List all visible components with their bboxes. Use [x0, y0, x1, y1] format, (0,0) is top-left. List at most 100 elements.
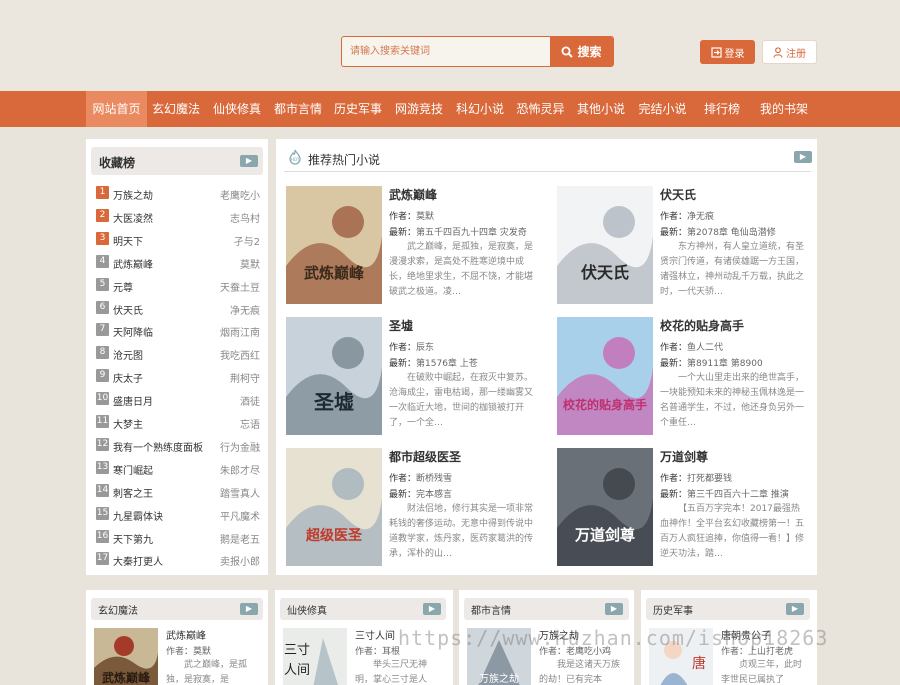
rank-item[interactable]: 10 盛唐日月 酒徒 — [94, 389, 262, 409]
nav-item-kehuan[interactable]: 科幻小说 — [450, 91, 510, 127]
rank-book-title[interactable]: 武炼巅峰 — [113, 256, 153, 271]
rank-item[interactable]: 17 大秦打更人 卖报小郎 — [94, 549, 262, 569]
rank-book-title[interactable]: 天下第九 — [113, 531, 153, 546]
book-latest-chapter[interactable]: 最新：第1576章 上苍 — [389, 356, 478, 369]
rank-book-title[interactable]: 天阿降临 — [113, 324, 153, 339]
rank-number: 1 — [96, 186, 109, 199]
book-latest-chapter[interactable]: 最新：完本感言 — [389, 487, 452, 500]
rank-item[interactable]: 16 天下第九 鹅是老五 — [94, 527, 262, 547]
rank-book-author: 踏雪真人 — [220, 488, 260, 500]
nav-item-home[interactable]: 网站首页 — [86, 91, 147, 127]
rank-item[interactable]: 5 元尊 天蚕土豆 — [94, 275, 262, 295]
recommend-more-button[interactable]: ▶ — [794, 151, 812, 163]
author-label: 作者： — [660, 343, 688, 353]
book-cover[interactable]: 伏天氏 — [557, 186, 653, 304]
rank-book-title[interactable]: 大秦打更人 — [113, 553, 163, 568]
rank-book-author: 行为金融 — [220, 442, 260, 454]
book-title[interactable]: 万道剑尊 — [660, 448, 708, 465]
book-latest-chapter[interactable]: 最新：第8911章 第8900 — [660, 356, 763, 369]
rank-book-title[interactable]: 刺客之王 — [113, 485, 153, 500]
category-more-button[interactable]: ▶ — [786, 603, 804, 615]
book-card: 万道剑尊 万道剑尊 作者：打死都要钱 最新：第三千四百六十二章 推演 【五百万字完本！2… — [557, 448, 819, 566]
rank-item[interactable]: 7 天阿降临 烟雨江南 — [94, 320, 262, 340]
book-cover[interactable]: 圣墟 — [286, 317, 382, 435]
rank-book-title[interactable]: 元尊 — [113, 279, 133, 294]
book-title[interactable]: 武炼巅峰 — [166, 627, 206, 642]
recommend-title: 推荐热门小说 — [308, 153, 381, 167]
book-title[interactable]: 圣墟 — [389, 317, 413, 334]
book-author: 作者：辰东 — [389, 340, 434, 353]
book-cover[interactable]: 万道剑尊 — [557, 448, 653, 566]
book-title[interactable]: 伏天氏 — [660, 186, 696, 203]
rank-item[interactable]: 6 伏天氏 净无痕 — [94, 298, 262, 318]
rank-book-title[interactable]: 大医凌然 — [113, 210, 153, 225]
rank-book-title[interactable]: 万族之劫 — [113, 187, 153, 202]
rank-book-title[interactable]: 寒门崛起 — [113, 462, 153, 477]
rank-book-title[interactable]: 大梦主 — [113, 416, 143, 431]
rank-book-author: 我吃西红 — [220, 351, 260, 363]
nav-item-dushi[interactable]: 都市言情 — [268, 91, 328, 127]
category-more-button[interactable]: ▶ — [423, 603, 441, 615]
nav-item-xuanhuan[interactable]: 玄幻魔法 — [147, 91, 205, 127]
rank-item[interactable]: 15 九星霸体诀 平凡魔术 — [94, 504, 262, 524]
rank-number: 12 — [96, 437, 109, 451]
rank-item[interactable]: 9 庆太子 荆柯守 — [94, 366, 262, 386]
category-header: 仙侠修真 ▶ — [280, 598, 446, 620]
rank-book-title[interactable]: 我有一个熟练度面板 — [113, 439, 203, 454]
rank-item[interactable]: 4 武炼巅峰 莫默 — [94, 252, 262, 272]
rank-item[interactable]: 12 我有一个熟练度面板 行为金融 — [94, 435, 262, 455]
rank-book-title[interactable]: 沧元图 — [113, 347, 143, 362]
site-header: 搜索 登录 注册 — [0, 0, 900, 91]
rank-book-title[interactable]: 盛唐日月 — [113, 393, 153, 408]
book-title[interactable]: 校花的贴身高手 — [660, 317, 744, 334]
book-title[interactable]: 三寸人间 — [355, 627, 395, 642]
book-title[interactable]: 都市超级医圣 — [389, 448, 461, 465]
nav-item-lishi[interactable]: 历史军事 — [328, 91, 388, 127]
book-author: 作者：耳根 — [355, 647, 401, 657]
cover-title: 万道剑尊 — [574, 526, 635, 544]
cover-title: 伏天氏 — [581, 263, 629, 282]
rank-item[interactable]: 2 大医凌然 志鸟村 — [94, 206, 262, 226]
rank-book-title[interactable]: 明天下 — [113, 233, 143, 248]
nav-item-wanjie[interactable]: 完结小说 — [632, 91, 693, 127]
author-name: 断桥残雪 — [416, 474, 453, 484]
rank-book-title[interactable]: 九星霸体诀 — [113, 508, 163, 523]
book-cover[interactable]: 三寸 人间 — [283, 628, 347, 685]
rank-number: 5 — [96, 277, 109, 291]
user-icon — [773, 46, 783, 58]
svg-text:三寸: 三寸 — [284, 643, 310, 658]
nav-item-xianxia[interactable]: 仙侠修真 — [207, 91, 267, 127]
nav-item-paihang[interactable]: 排行榜 — [693, 91, 751, 127]
nav-item-wangyou[interactable]: 网游竞技 — [389, 91, 449, 127]
nav-item-qita[interactable]: 其他小说 — [571, 91, 631, 127]
book-cover[interactable]: 武炼巅峰 — [286, 186, 382, 304]
book-cover[interactable]: 校花的贴身高手 — [557, 317, 653, 435]
search-button[interactable]: 搜索 — [550, 37, 613, 66]
search-input[interactable] — [342, 37, 551, 66]
rank-item[interactable]: 14 刺客之王 踏雪真人 — [94, 481, 262, 501]
book-cover[interactable]: 超级医圣 — [286, 448, 382, 566]
rank-item[interactable]: 11 大梦主 忘语 — [94, 412, 262, 432]
rank-item[interactable]: 1 万族之劫 老鹰吃小 — [94, 183, 262, 203]
category-more-button[interactable]: ▶ — [605, 603, 623, 615]
book-desc: 在破败中崛起，在寂灭中复苏。沧海成尘，雷电枯竭，那一缕幽雾又一次临近大地，世间的… — [389, 373, 534, 428]
book-cover[interactable]: 武炼巅峰 — [94, 628, 158, 685]
rank-number: 9 — [96, 369, 109, 383]
book-latest-chapter[interactable]: 最新：第三千四百六十二章 推演 — [660, 487, 789, 500]
nav-item-kongbu[interactable]: 恐怖灵异 — [510, 91, 571, 127]
register-button[interactable]: 注册 — [762, 40, 817, 64]
rank-more-button[interactable]: ▶ — [240, 155, 258, 167]
book-latest-chapter[interactable]: 最新：第五千四百九十四章 灾发奇 — [389, 225, 527, 238]
nav-item-bookshelf[interactable]: 我的书架 — [753, 91, 815, 127]
rank-book-title[interactable]: 庆太子 — [113, 370, 143, 385]
rank-item[interactable]: 3 明天下 孑与2 — [94, 229, 262, 249]
book-author: 作者：断桥残雪 — [389, 471, 452, 484]
rank-book-title[interactable]: 伏天氏 — [113, 302, 143, 317]
rank-item[interactable]: 8 沧元图 我吃西红 — [94, 343, 262, 363]
rank-item[interactable]: 13 寒门崛起 朱郎才尽 — [94, 458, 262, 478]
book-latest-chapter[interactable]: 最新：第2078章 龟仙岛潜修 — [660, 225, 776, 238]
login-button[interactable]: 登录 — [700, 40, 755, 64]
category-more-button[interactable]: ▶ — [240, 603, 258, 615]
category-title: 都市言情 — [471, 606, 511, 617]
book-title[interactable]: 武炼巅峰 — [389, 186, 437, 203]
